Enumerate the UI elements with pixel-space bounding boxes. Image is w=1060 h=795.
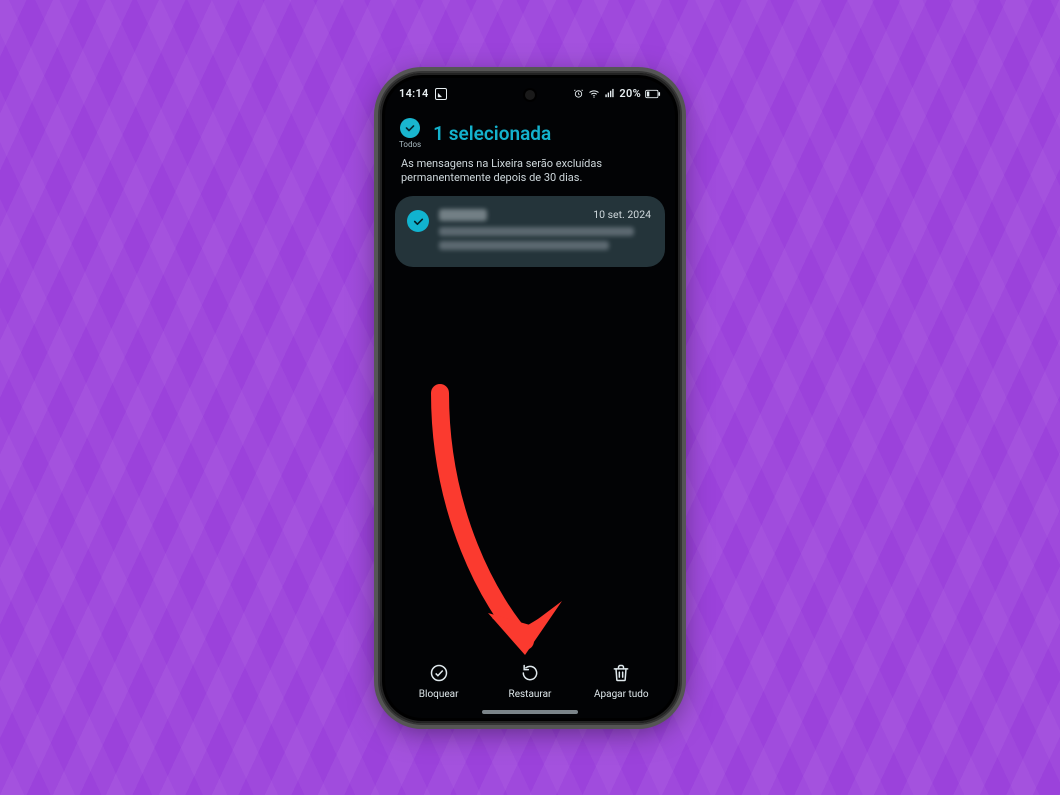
camera-cutout <box>525 90 535 100</box>
selection-count-title: 1 selecionada <box>433 122 551 145</box>
wifi-icon <box>588 88 600 100</box>
trash-info-text: As mensagens na Lixeira serão excluídas … <box>385 151 675 197</box>
bottom-action-bar: Bloquear Restaurar <box>385 659 675 704</box>
message-selected-check-icon[interactable] <box>407 210 429 232</box>
restore-icon <box>520 663 540 686</box>
restore-button[interactable]: Restaurar <box>490 659 570 704</box>
status-time: 14:14 <box>399 87 429 100</box>
message-preview-redacted <box>439 227 634 236</box>
block-button[interactable]: Bloquear <box>399 659 479 704</box>
home-indicator[interactable] <box>482 710 578 714</box>
phone-frame: 14:14 <box>380 73 680 723</box>
message-date: 10 set. 2024 <box>593 208 651 221</box>
screenshot-indicator-icon <box>435 88 447 100</box>
message-body: 10 set. 2024 <box>439 208 651 255</box>
battery-icon <box>645 89 661 99</box>
trash-icon <box>611 663 631 686</box>
block-label: Bloquear <box>419 689 459 700</box>
delete-all-label: Apagar tudo <box>594 689 649 700</box>
status-battery-text: 20% <box>619 87 641 100</box>
check-circle-icon <box>400 118 420 138</box>
selection-header: Todos 1 selecionada <box>385 108 675 151</box>
alarm-icon <box>573 88 584 99</box>
message-item[interactable]: 10 set. 2024 <box>395 196 665 267</box>
delete-all-button[interactable]: Apagar tudo <box>581 659 661 704</box>
message-sender-redacted <box>439 209 487 221</box>
select-all-label: Todos <box>399 140 421 149</box>
select-all-button[interactable]: Todos <box>399 118 421 149</box>
phone-screen: 14:14 <box>385 78 675 718</box>
block-icon <box>429 663 449 686</box>
message-preview-redacted <box>439 241 609 250</box>
restore-label: Restaurar <box>509 689 552 700</box>
signal-icon <box>604 88 615 99</box>
